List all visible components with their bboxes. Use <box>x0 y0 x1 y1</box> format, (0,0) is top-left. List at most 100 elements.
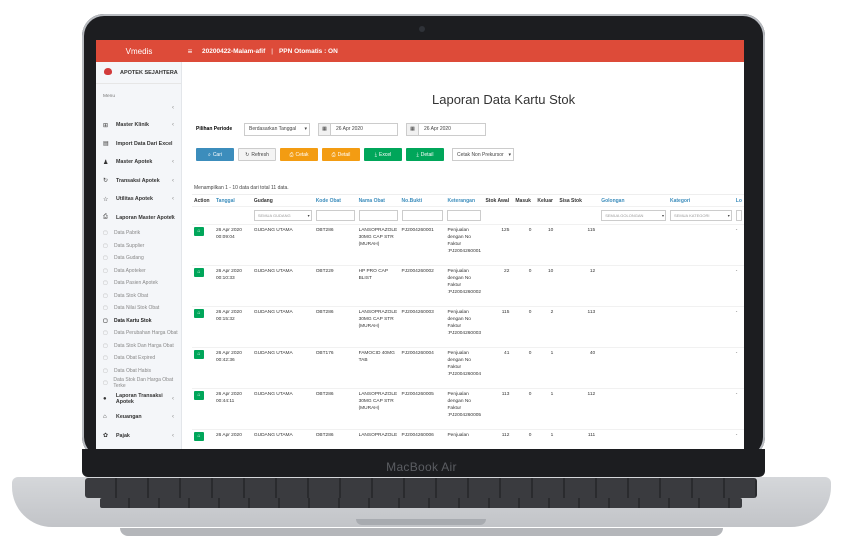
menu-heading: Menu <box>103 94 115 99</box>
subitem-label: Data Stok Obat <box>114 292 149 299</box>
sidebar-subitem-data-gudang[interactable]: ▢ Data Gudang <box>96 252 181 265</box>
view-detail-icon[interactable]: ⌂ <box>194 350 204 359</box>
chevron-left-icon: ‹ <box>172 122 174 129</box>
sidebar-item-utilitas-apotek[interactable]: ☆ Utilitas Apotek ‹ <box>96 190 181 209</box>
subitem-label: Data Obat Expired <box>114 355 156 362</box>
view-detail-icon[interactable]: ⌂ <box>194 309 204 318</box>
date-to-input[interactable]: 26 Apr 2020 <box>418 122 486 136</box>
chevron-down-icon: ▾ <box>304 126 307 132</box>
nama-obat-filter-input[interactable] <box>358 210 398 221</box>
sidebar-subitem-data-stok-dan-harga-obat[interactable]: ▢ Data Stok Dan Harga Obat <box>96 340 181 353</box>
subitem-label: Data Pabrik <box>114 230 141 237</box>
golongan-filter-select[interactable]: SEMUA GOLONGAN ▾ <box>601 210 666 221</box>
filter-cell <box>513 206 536 225</box>
cell-gudang: GUDANG UTAMA <box>251 224 314 266</box>
sidebar-subitem-data-apoteker[interactable]: ▢ Data Apoteker <box>96 265 181 278</box>
chevron-left-icon: ‹ <box>172 177 174 184</box>
sidebar-subitem-data-stok-obat[interactable]: ▢ Data Stok Obat <box>96 290 181 303</box>
subitem-label: Data Nilai Stok Obat <box>114 305 160 312</box>
column-header-sortable[interactable]: Keterangan <box>445 194 484 207</box>
sidebar-item-import-excel[interactable]: ▤ Import Data Dari Excel <box>96 135 181 154</box>
sidebar-subitem-data-stok-harga-terkecil[interactable]: ▢ Data Stok Dan Harga Obat Terke <box>96 377 181 390</box>
ppn-status: PPN Otomatis : ON <box>278 47 338 55</box>
kategori-filter-select[interactable]: SEMUA KATEGORI ▾ <box>669 210 732 221</box>
sidebar-item-laporan-transaksi-apotek[interactable]: ● Laporan Transaksi Apotek ‹ <box>96 390 181 409</box>
calendar-icon[interactable]: ▦ <box>406 122 418 136</box>
sidebar-item-pajak[interactable]: ✿ Pajak ‹ <box>96 427 181 446</box>
sidebar-subitem-data-kartu-stok[interactable]: ▢ Data Kartu Stok <box>96 315 181 328</box>
filter-cell <box>399 206 446 225</box>
sidebar-subitem-data-pabrik[interactable]: ▢ Data Pabrik <box>96 227 181 240</box>
filter-cell <box>557 206 600 225</box>
detail-print-button[interactable]: ⎙ Detail <box>322 148 360 161</box>
no-bukti-filter-input[interactable] <box>401 210 444 221</box>
table-row: ⌂ 26 Apr 2020 00:15:32 GUDANG UTAMA OBT286 L… <box>192 306 744 348</box>
view-detail-icon[interactable]: ⌂ <box>194 391 204 400</box>
column-header-sortable[interactable]: Lo <box>733 194 744 207</box>
menu-toggle-icon[interactable]: ≡ <box>182 47 198 56</box>
brand-logo[interactable]: Vmedis <box>96 47 182 56</box>
column-header-sortable[interactable]: Golongan <box>599 194 668 207</box>
document-icon: ▢ <box>103 242 108 249</box>
sidebar-subitem-data-perubahan-harga-obat[interactable]: ▢ Data Perubahan Harga Obat <box>96 327 181 340</box>
chevron-left-icon: ‹ <box>172 395 174 402</box>
lokasi-filter-input[interactable] <box>735 210 742 221</box>
cell-keterangan: Penjualan <box>445 429 484 449</box>
excel-button[interactable]: ⤓ Excel <box>364 148 402 161</box>
sidebar-item-keuangan[interactable]: ⌂ Keuangan ‹ <box>96 408 181 427</box>
date-from-input[interactable]: 26 Apr 2020 <box>330 122 398 136</box>
keterangan-filter-input[interactable] <box>447 210 482 221</box>
cell-gudang: GUDANG UTAMA <box>251 429 314 449</box>
cari-button[interactable]: ⌕ Cari <box>196 148 234 161</box>
cell-keterangan: Penjualan dengan No Faktur :PJ2004260005 <box>445 388 484 430</box>
cell-no-bukti: PJ2004260003 <box>399 306 446 348</box>
cetak-type-select[interactable]: Cetak Non Prekursor ▾ <box>452 148 514 161</box>
chevron-left-icon: ‹ <box>172 432 174 439</box>
collapse-caret[interactable] <box>96 104 181 116</box>
cell-gudang: GUDANG UTAMA <box>251 306 314 348</box>
cell-tanggal: 26 Apr 2020 00:10:33 <box>213 265 252 307</box>
sidebar-item-master-klinik[interactable]: ⊞ Master Klinik ‹ <box>96 116 181 135</box>
detail-excel-button[interactable]: ⤓ Detail <box>406 148 444 161</box>
sidebar-subitem-data-obat-habis[interactable]: ▢ Data Obat Habis <box>96 365 181 378</box>
view-detail-icon[interactable]: ⌂ <box>194 268 204 277</box>
cetak-button[interactable]: ⎙ Cetak <box>280 148 318 161</box>
print-icon: ⎙ <box>103 214 108 221</box>
column-header-sortable[interactable]: No.Bukti <box>399 194 446 207</box>
column-header-sortable[interactable]: Kategori <box>667 194 734 207</box>
document-icon: ▢ <box>103 355 108 362</box>
sidebar-subitem-data-nilai-stok-obat[interactable]: ▢ Data Nilai Stok Obat <box>96 302 181 315</box>
user-icon: ♟ <box>103 159 109 166</box>
date-to-field[interactable]: ▦ 26 Apr 2020 <box>406 122 486 136</box>
cell-kode-obat: OBT176 <box>313 347 357 389</box>
calendar-icon[interactable]: ▦ <box>318 122 330 136</box>
cell-golongan <box>599 347 668 389</box>
document-icon: ▢ <box>103 280 108 287</box>
cell-sisa-stok: 12 <box>557 265 600 307</box>
sidebar-item-transaksi-apotek[interactable]: ↻ Transaksi Apotek ‹ <box>96 172 181 191</box>
column-header-sortable[interactable]: Nama Obat <box>356 194 400 207</box>
cell-masuk: 0 <box>513 347 536 389</box>
column-header-sortable[interactable]: Tanggal <box>213 194 252 207</box>
filter-cell <box>313 206 357 225</box>
table-summary: Menampilkan 1 - 10 data dari total 11 da… <box>194 185 289 191</box>
sidebar-item-laporan-master-apotek[interactable]: ⎙ Laporan Master Apotek ˅ <box>96 209 181 228</box>
column-header-sortable[interactable]: Kode Obat <box>313 194 357 207</box>
cell-lokasi: - <box>733 347 744 389</box>
cell-lokasi: - <box>733 306 744 348</box>
view-detail-icon[interactable]: ⌂ <box>194 432 204 441</box>
sidebar-item-master-apotek[interactable]: ♟ Master Apotek ‹ <box>96 153 181 172</box>
sidebar-subitem-data-supplier[interactable]: ▢ Data Supplier <box>96 240 181 253</box>
refresh-button[interactable]: ↻ Refresh <box>238 148 276 161</box>
period-select[interactable]: Berdasarkan Tanggal ▾ <box>244 122 310 136</box>
sidebar-item-label: Import Data Dari Excel <box>116 140 173 147</box>
table-filter-row: SEMUA GUDANG ▾ SEMUA GOLONGAN ▾ SEMUA KATE… <box>192 206 744 225</box>
view-detail-icon[interactable]: ⌂ <box>194 227 204 236</box>
sidebar-subitem-data-pasien-apotek[interactable]: ▢ Data Pasien Apotek <box>96 277 181 290</box>
filter-cell <box>733 206 744 225</box>
kode-obat-filter-input[interactable] <box>315 210 355 221</box>
date-from-field[interactable]: ▦ 26 Apr 2020 <box>318 122 398 136</box>
subitem-label: Data Pasien Apotek <box>114 280 158 287</box>
sidebar-subitem-data-obat-expired[interactable]: ▢ Data Obat Expired <box>96 352 181 365</box>
gudang-filter-select[interactable]: SEMUA GUDANG ▾ <box>253 210 312 221</box>
